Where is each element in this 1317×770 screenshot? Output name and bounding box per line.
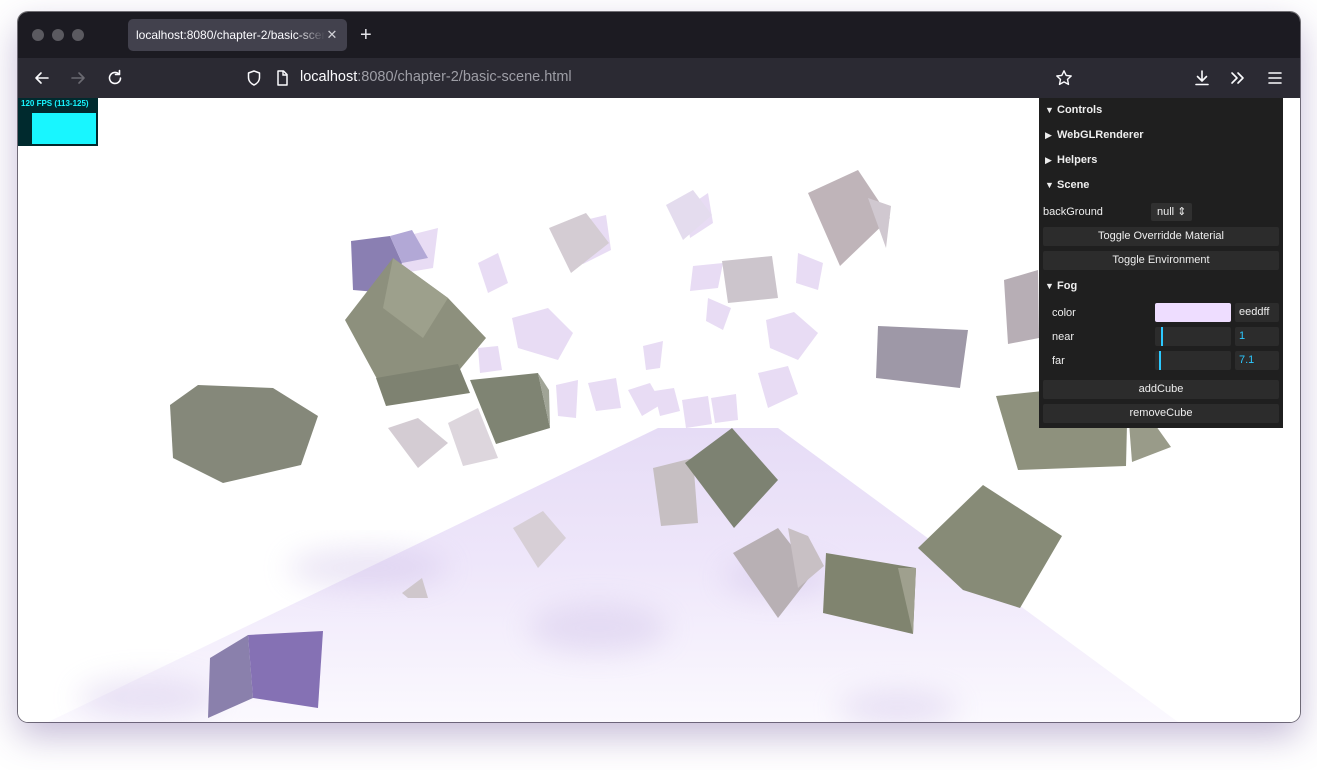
chevron-right-icon: ▶: [1045, 129, 1052, 140]
chevron-down-icon: ▼: [1045, 281, 1054, 291]
tab-title: localhost:8080/chapter-2/basic-scene.htm…: [136, 28, 325, 42]
fog-color-input[interactable]: eeddff: [1235, 303, 1279, 322]
star-icon[interactable]: [1054, 68, 1074, 88]
webgl-viewport[interactable]: 120 FPS (113-125) ▼ Controls ▶ WebGLRend…: [18, 98, 1300, 722]
url-host: localhost: [300, 69, 358, 85]
fps-graph: [32, 113, 96, 144]
shield-icon[interactable]: [244, 68, 264, 88]
page-icon: [272, 68, 292, 88]
url-bar[interactable]: localhost:8080/chapter-2/basic-scene.htm…: [300, 69, 572, 85]
overflow-icon[interactable]: [1228, 68, 1248, 88]
fog-color-swatch[interactable]: [1155, 303, 1231, 322]
background-value: null: [1157, 206, 1175, 218]
url-path: :8080/chapter-2/basic-scene.html: [357, 69, 572, 85]
browser-tab[interactable]: localhost:8080/chapter-2/basic-scene.htm…: [128, 19, 347, 51]
fog-near-slider[interactable]: [1155, 327, 1231, 346]
fps-readout: 120 FPS (113-125): [21, 99, 89, 108]
fog-far-row: far 7.1: [1039, 350, 1283, 372]
fog-near-row: near 1: [1039, 326, 1283, 348]
toggle-override-material-button[interactable]: Toggle Overridde Material: [1043, 227, 1279, 246]
dat-gui-panel: ▼ Controls ▶ WebGLRenderer ▶ Helpers ▼ S…: [1039, 98, 1283, 428]
folder-helpers-label: Helpers: [1057, 154, 1098, 166]
download-icon[interactable]: [1192, 68, 1212, 88]
folder-controls-label: Controls: [1057, 104, 1103, 116]
folder-webgl-label: WebGLRenderer: [1057, 129, 1144, 141]
folder-fog[interactable]: ▼ Fog: [1039, 274, 1283, 298]
background-row: backGround null ⇕: [1039, 201, 1283, 223]
toggle-environment-button[interactable]: Toggle Environment: [1043, 251, 1279, 270]
title-bar: localhost:8080/chapter-2/basic-scene.htm…: [18, 12, 1300, 58]
folder-fog-label: Fog: [1057, 280, 1078, 292]
folder-scene[interactable]: ▼ Scene: [1039, 173, 1283, 197]
new-tab-icon[interactable]: +: [360, 23, 372, 47]
zoom-window-dot[interactable]: [72, 29, 84, 41]
chevron-right-icon: ▶: [1045, 154, 1052, 165]
remove-cube-button[interactable]: removeCube: [1043, 404, 1279, 423]
fog-near-slider-handle[interactable]: [1161, 327, 1163, 346]
fog-near-label: near: [1052, 331, 1075, 343]
fog-near-input[interactable]: 1: [1235, 327, 1279, 346]
background-select[interactable]: null ⇕: [1151, 203, 1193, 221]
fog-color-label: color: [1052, 307, 1076, 319]
fog-far-slider-handle[interactable]: [1159, 351, 1161, 370]
browser-window: localhost:8080/chapter-2/basic-scene.htm…: [18, 12, 1300, 722]
reload-icon[interactable]: [105, 68, 125, 88]
close-tab-icon[interactable]: ✕: [325, 27, 339, 43]
minimize-window-dot[interactable]: [52, 29, 64, 41]
fog-far-input[interactable]: 7.1: [1235, 351, 1279, 370]
navigation-bar: localhost:8080/chapter-2/basic-scene.htm…: [18, 58, 1300, 98]
chevron-down-icon: ▼: [1045, 180, 1054, 190]
close-window-dot[interactable]: [32, 29, 44, 41]
fog-far-label: far: [1052, 355, 1065, 367]
fps-stats-panel[interactable]: 120 FPS (113-125): [18, 98, 98, 146]
forward-icon[interactable]: [68, 68, 88, 88]
folder-scene-label: Scene: [1057, 179, 1090, 191]
folder-helpers[interactable]: ▶ Helpers: [1039, 148, 1283, 172]
back-icon[interactable]: [32, 68, 52, 88]
fog-far-slider[interactable]: [1155, 351, 1231, 370]
fog-color-row: color eeddff: [1039, 302, 1283, 324]
folder-webglrenderer[interactable]: ▶ WebGLRenderer: [1039, 123, 1283, 147]
add-cube-button[interactable]: addCube: [1043, 380, 1279, 399]
folder-controls[interactable]: ▼ Controls: [1039, 98, 1283, 122]
updown-icon: ⇕: [1177, 206, 1187, 218]
chevron-down-icon: ▼: [1045, 105, 1054, 115]
menu-icon[interactable]: [1265, 68, 1285, 88]
background-label: backGround: [1043, 206, 1103, 218]
